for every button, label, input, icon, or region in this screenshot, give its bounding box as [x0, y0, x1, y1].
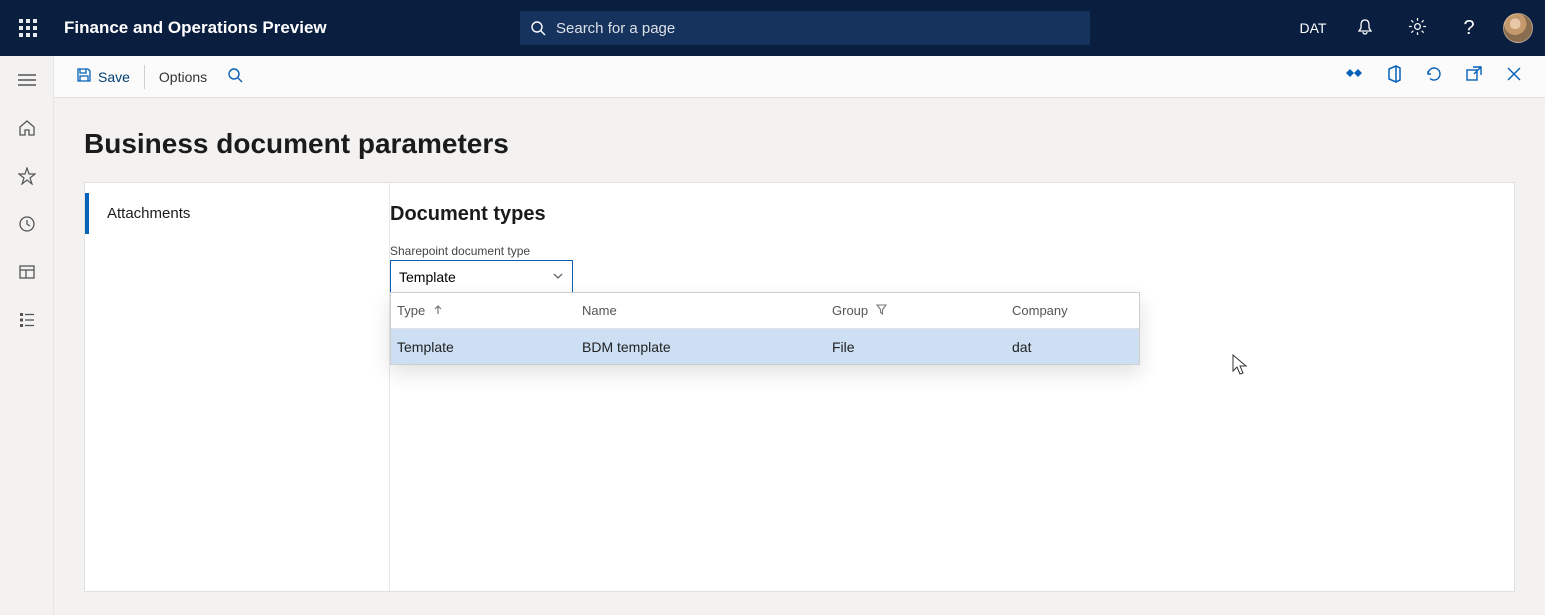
nav-workspaces[interactable] [7, 256, 47, 292]
nav-expand-button[interactable] [7, 64, 47, 100]
find-button[interactable] [217, 63, 253, 90]
nav-favorites[interactable] [7, 160, 47, 196]
field-label: Sharepoint document type [390, 244, 1514, 258]
question-icon: ? [1463, 17, 1474, 40]
save-icon [76, 67, 92, 86]
column-header-company[interactable]: Company [1006, 303, 1126, 318]
office-button[interactable] [1375, 58, 1413, 96]
global-search[interactable] [520, 11, 1090, 45]
home-icon [18, 119, 36, 142]
separator [144, 65, 145, 89]
gear-icon [1408, 17, 1427, 39]
help-button[interactable]: ? [1445, 0, 1493, 56]
dropdown-value: Template [399, 269, 456, 285]
column-header-type[interactable]: Type [391, 303, 576, 318]
nav-recents[interactable] [7, 208, 47, 244]
popout-icon [1465, 65, 1483, 88]
close-button[interactable] [1495, 58, 1533, 96]
search-icon [530, 20, 546, 36]
column-header-group[interactable]: Group [826, 303, 1006, 318]
cell-company: dat [1006, 339, 1126, 355]
app-title: Finance and Operations Preview [64, 18, 327, 38]
refresh-icon [1425, 65, 1443, 88]
table-header-row: Type Name Group [391, 293, 1139, 329]
search-icon [227, 67, 243, 86]
nav-home[interactable] [7, 112, 47, 148]
user-avatar[interactable] [1503, 13, 1533, 43]
chevron-down-icon [552, 269, 564, 285]
cell-name: BDM template [576, 339, 826, 355]
main-content: Business document parameters Attachments… [54, 98, 1545, 615]
sharepoint-doctype-dropdown[interactable]: Template [390, 260, 573, 293]
hamburger-icon [18, 73, 36, 92]
nav-modules[interactable] [7, 304, 47, 340]
top-navbar: Finance and Operations Preview DAT ? [0, 0, 1545, 56]
waffle-icon [19, 19, 37, 37]
company-selector[interactable]: DAT [1289, 0, 1337, 56]
sort-ascending-icon [433, 303, 443, 318]
notifications-button[interactable] [1341, 0, 1389, 56]
search-input[interactable] [556, 20, 1080, 37]
card-tab-list: Attachments [85, 183, 390, 591]
clock-icon [18, 215, 36, 238]
section-title: Document types [390, 193, 1514, 244]
card-content: Document types Sharepoint document type … [390, 183, 1514, 591]
form-card: Attachments Document types Sharepoint do… [84, 182, 1515, 592]
personalize-button[interactable] [1335, 58, 1373, 96]
app-launcher-button[interactable] [0, 0, 56, 56]
save-button[interactable]: Save [66, 63, 140, 90]
office-icon [1386, 65, 1403, 88]
settings-button[interactable] [1393, 0, 1441, 56]
options-button[interactable]: Options [149, 65, 217, 89]
navigation-rail [0, 56, 54, 615]
column-header-label: Name [582, 303, 617, 318]
column-header-label: Company [1012, 303, 1068, 318]
column-header-label: Group [832, 303, 868, 318]
popout-button[interactable] [1455, 58, 1493, 96]
save-button-label: Save [98, 69, 130, 85]
column-header-label: Type [397, 303, 425, 318]
refresh-button[interactable] [1415, 58, 1453, 96]
bell-icon [1356, 18, 1374, 39]
table-row[interactable]: Template BDM template File dat [391, 329, 1139, 364]
column-header-name[interactable]: Name [576, 303, 826, 318]
cell-group: File [826, 339, 1006, 355]
action-pane: Save Options [54, 56, 1545, 98]
lookup-table: Type Name Group [390, 292, 1140, 365]
tab-label: Attachments [107, 205, 190, 222]
diamond-icon [1345, 65, 1363, 88]
close-icon [1506, 66, 1522, 87]
page-title: Business document parameters [84, 128, 1515, 160]
workspace-icon [18, 263, 36, 286]
tab-attachments[interactable]: Attachments [85, 183, 389, 244]
options-button-label: Options [159, 69, 207, 85]
modules-icon [18, 311, 36, 334]
cell-type: Template [391, 339, 576, 355]
star-icon [18, 167, 36, 190]
filter-icon [876, 303, 887, 318]
